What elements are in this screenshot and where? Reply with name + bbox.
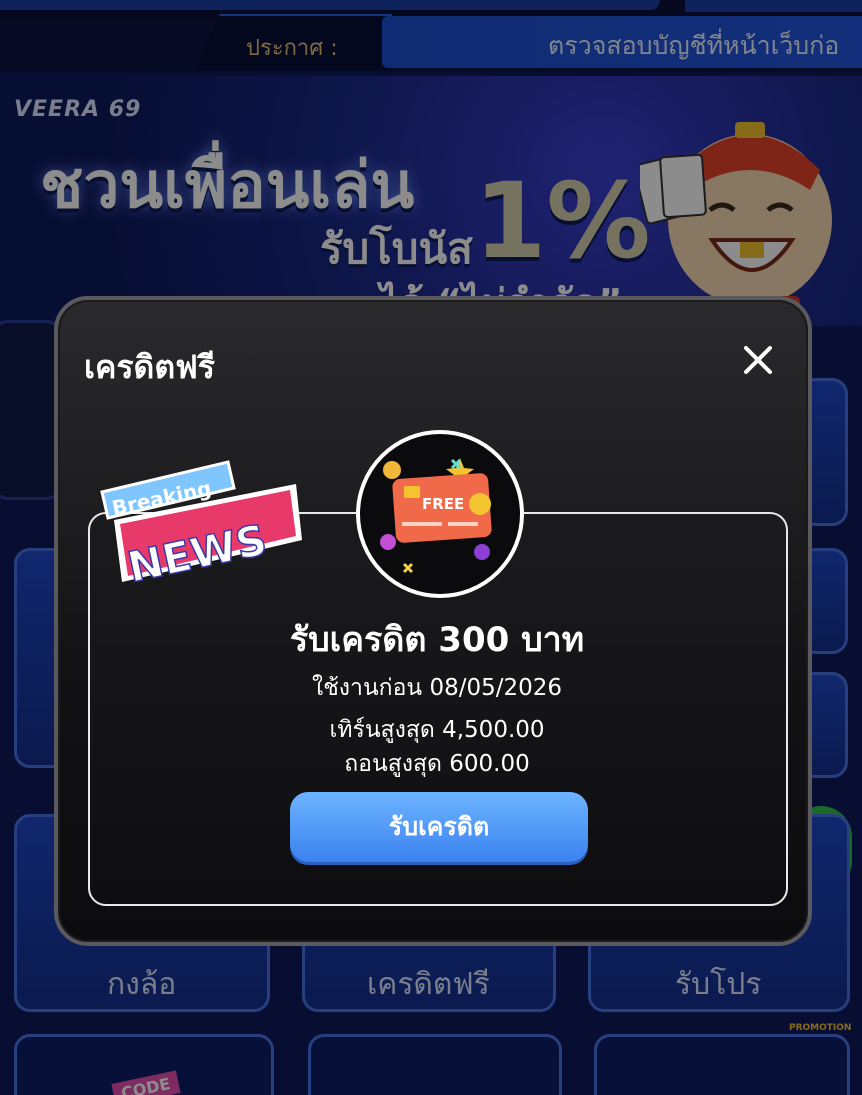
free-credit-modal: เครดิตฟรี FREE รับเครดิต 300 บาท ใช้งานก… bbox=[54, 296, 812, 946]
credit-card-icon: FREE bbox=[380, 458, 492, 574]
max-turnover: เทิร์นสูงสุด 4,500.00 bbox=[329, 717, 545, 743]
free-icon-text: FREE bbox=[422, 495, 464, 513]
expiry-date: ใช้งานก่อน 08/05/2026 bbox=[311, 675, 563, 701]
free-credit-medallion: FREE bbox=[356, 430, 524, 598]
reward-title: รับเครดิต 300 บาท bbox=[289, 620, 585, 660]
max-withdraw: ถอนสูงสุด 600.00 bbox=[344, 751, 530, 777]
modal-title: เครดิตฟรี bbox=[84, 348, 215, 386]
close-icon[interactable] bbox=[738, 340, 778, 380]
claim-credit-button[interactable]: รับเครดิต bbox=[290, 792, 588, 862]
breaking-news-sticker: Breaking NEWS bbox=[100, 460, 302, 593]
